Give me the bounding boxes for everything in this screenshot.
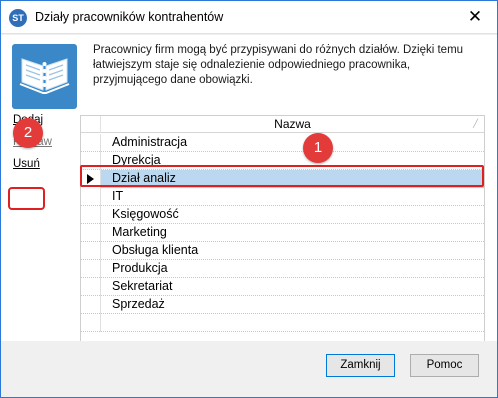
dialog-content: Pracownicy firm mogą być przypisywani do… <box>1 35 497 365</box>
window-title: Działy pracowników kontrahentów <box>35 10 224 24</box>
column-header-name[interactable]: Nazwa <box>101 117 484 131</box>
title-bar[interactable]: ST Działy pracowników kontrahentów ✕ <box>1 1 497 34</box>
step-badge-1: 1 <box>303 133 333 163</box>
row-indicator[interactable] <box>81 296 101 314</box>
department-name-cell: Produkcja <box>112 261 168 275</box>
sort-indicator-icon: ╱ <box>473 119 478 128</box>
close-icon[interactable]: ✕ <box>465 7 485 27</box>
row-indicator[interactable] <box>81 260 101 278</box>
table-row[interactable]: Administracja <box>81 134 484 152</box>
table-row[interactable]: Sprzedaż <box>81 296 484 314</box>
delete-highlight-box <box>8 187 45 210</box>
table-row[interactable]: Dyrekcja <box>81 152 484 170</box>
row-indicator[interactable] <box>81 314 101 332</box>
help-button[interactable]: Pomoc <box>410 354 479 377</box>
dialog-window: ST Działy pracowników kontrahentów ✕ Pra… <box>0 0 498 398</box>
department-name-cell: Dział analiz <box>112 171 176 185</box>
table-row[interactable]: Księgowość <box>81 206 484 224</box>
row-indicator[interactable] <box>81 134 101 152</box>
table-row[interactable] <box>81 314 484 332</box>
department-name-cell: Sprzedaż <box>112 297 165 311</box>
table-row[interactable]: Produkcja <box>81 260 484 278</box>
book-icon <box>12 44 77 109</box>
department-name-cell: Obsługa klienta <box>112 243 199 257</box>
row-indicator[interactable] <box>81 242 101 260</box>
table-row[interactable]: Sekretariat <box>81 278 484 296</box>
close-button[interactable]: Zamknij <box>326 354 395 377</box>
department-name-cell: Sekretariat <box>112 279 173 293</box>
department-name-cell: IT <box>112 189 124 203</box>
header-row-indicator <box>81 116 101 133</box>
table-row[interactable]: IT <box>81 188 484 206</box>
table-row[interactable]: Obsługa klienta <box>81 242 484 260</box>
step-badge-2: 2 <box>13 118 43 148</box>
grid-header: Nazwa ╱ <box>81 116 484 133</box>
department-name-cell: Marketing <box>112 225 167 239</box>
dialog-footer: Zamknij Pomoc <box>1 341 497 397</box>
app-logo-icon: ST <box>9 9 27 27</box>
row-indicator[interactable] <box>81 206 101 224</box>
row-indicator[interactable] <box>81 278 101 296</box>
description-text: Pracownicy firm mogą być przypisywani do… <box>93 44 464 86</box>
delete-link[interactable]: Usuń <box>13 157 73 179</box>
row-indicator[interactable] <box>81 170 101 188</box>
grid-rows: Administracja Dyrekcja Dział analiz IT Księg… <box>81 134 484 332</box>
row-indicator[interactable] <box>81 152 101 170</box>
table-row[interactable]: Dział analiz <box>81 170 484 188</box>
table-row[interactable]: Marketing <box>81 224 484 242</box>
department-name-cell: Księgowość <box>112 207 179 221</box>
department-name-cell: Dyrekcja <box>112 153 161 167</box>
current-row-arrow-icon <box>87 174 94 184</box>
row-indicator[interactable] <box>81 224 101 242</box>
departments-grid: Nazwa ╱ Administracja Dyrekcja Dział anali… <box>80 115 485 365</box>
row-indicator[interactable] <box>81 188 101 206</box>
department-name-cell: Administracja <box>112 135 188 149</box>
